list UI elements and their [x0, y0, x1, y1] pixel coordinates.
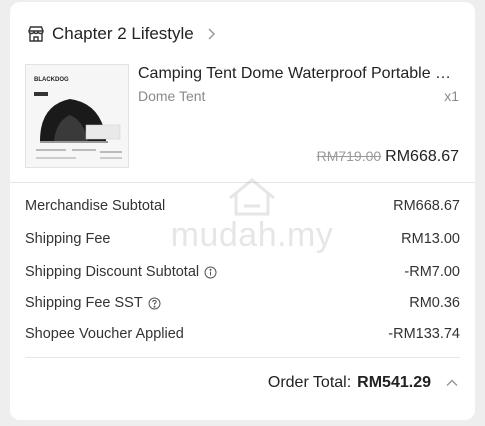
- summary-row-shopee-voucher: Shopee Voucher Applied -RM133.74: [25, 323, 460, 345]
- summary-row-shipping-fee-sst: Shipping Fee SST RM0.36: [25, 292, 460, 314]
- price-row: RM719.00 RM668.67: [317, 148, 459, 166]
- summary-label-text: Merchandise Subtotal: [25, 198, 166, 214]
- info-icon[interactable]: [204, 266, 217, 279]
- help-icon[interactable]: [148, 297, 161, 310]
- summary-row-shipping-discount: Shipping Discount Subtotal -RM7.00: [25, 261, 460, 283]
- order-total-value: RM541.29: [357, 374, 431, 391]
- shop-header[interactable]: Chapter 2 Lifestyle: [26, 22, 218, 46]
- summary-value: RM668.67: [393, 198, 460, 214]
- shop-name: Chapter 2 Lifestyle: [52, 24, 194, 43]
- product-variant: Dome Tent: [138, 88, 206, 104]
- summary-label: Shipping Fee: [25, 231, 110, 247]
- chevron-up-icon[interactable]: [445, 376, 459, 390]
- summary-row-shipping-fee: Shipping Fee RM13.00: [25, 228, 460, 250]
- order-total[interactable]: Order Total: RM541.29: [268, 374, 459, 392]
- sale-price: RM668.67: [385, 148, 459, 165]
- summary-label: Shopee Voucher Applied: [25, 326, 184, 342]
- summary-value: RM13.00: [401, 231, 460, 247]
- summary-label-text: Shipping Fee SST: [25, 295, 143, 311]
- product-quantity: x1: [444, 88, 459, 104]
- summary-label: Shipping Fee SST: [25, 295, 161, 311]
- summary-label: Merchandise Subtotal: [25, 198, 165, 214]
- summary-label-text: Shipping Discount Subtotal: [25, 264, 200, 280]
- summary-row-merchandise-subtotal: Merchandise Subtotal RM668.67: [25, 195, 460, 217]
- order-total-label: Order Total:: [267, 374, 352, 391]
- chevron-right-icon: [204, 27, 218, 41]
- store-icon: [26, 24, 46, 44]
- original-price: RM719.00: [316, 148, 382, 164]
- summary-value: RM0.36: [409, 295, 460, 311]
- order-summary-card: Chapter 2 Lifestyle BLACKDOG Camping Ten…: [10, 2, 475, 420]
- product-thumbnail[interactable]: BLACKDOG: [25, 64, 129, 168]
- summary-value: -RM7.00: [404, 264, 460, 280]
- summary-label: Shipping Discount Subtotal: [25, 264, 217, 280]
- summary-label-text: Shopee Voucher Applied: [25, 326, 184, 342]
- watermark: mudah.my: [171, 174, 333, 264]
- divider: [25, 357, 460, 358]
- thumbnail-brand: BLACKDOG: [34, 77, 69, 83]
- product-title[interactable]: Camping Tent Dome Waterproof Portable Ou…: [138, 65, 461, 83]
- summary-label-text: Shipping Fee: [25, 231, 111, 247]
- summary-value: -RM133.74: [388, 326, 460, 342]
